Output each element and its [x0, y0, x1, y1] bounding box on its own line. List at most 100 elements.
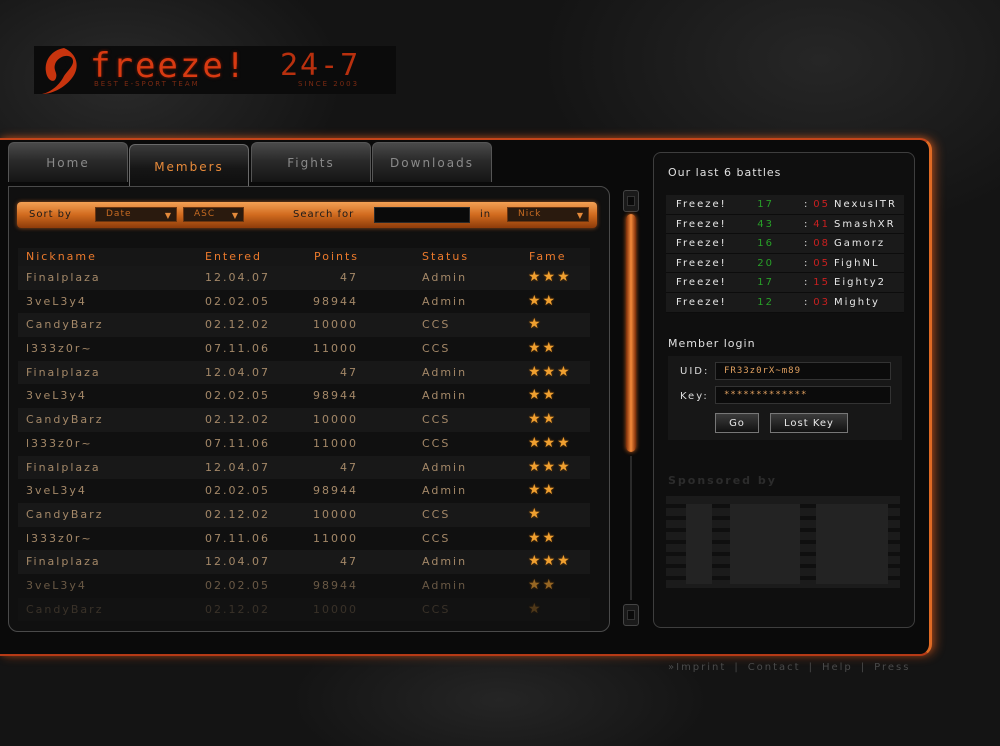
table-row[interactable]: Finalplaza 12.04.07 47 Admin ★★★ — [18, 550, 590, 574]
key-input[interactable]: ************* — [715, 386, 891, 404]
battle-score-own: 17 — [757, 277, 774, 289]
member-status: Admin — [422, 365, 468, 379]
ibm-logo[interactable] — [666, 496, 900, 592]
table-row[interactable]: 3veL3y4 02.02.05 98944 Admin ★★ — [18, 290, 590, 314]
battle-score-separator: : — [804, 277, 810, 289]
header-entered[interactable]: Entered — [205, 250, 262, 263]
fame-stars-icon: ★★ — [528, 529, 558, 546]
table-row[interactable]: Finalplaza 12.04.07 47 Admin ★★★ — [18, 455, 590, 480]
battle-team: Freeze! — [676, 296, 727, 308]
member-nickname[interactable]: Finalplaza — [26, 271, 101, 284]
member-points: 98944 — [313, 578, 358, 592]
logo-since: SINCE 2003 — [298, 80, 360, 88]
battle-row[interactable]: Freeze! 17:15 Eighty2 — [666, 273, 904, 293]
scroll-up-button[interactable] — [623, 190, 639, 212]
battles-list: Freeze! 17:05 NexusITR Freeze! 43:41 SmashXR F… — [666, 195, 904, 313]
tab-downloads[interactable]: Downloads — [372, 142, 492, 182]
footer-link[interactable]: Press — [874, 662, 910, 673]
lost-key-button[interactable]: Lost Key — [770, 413, 848, 433]
footer-link[interactable]: »Imprint — [668, 662, 726, 673]
battle-row[interactable]: Freeze! 16:08 Gamorz — [666, 234, 904, 254]
footer-link[interactable]: Help — [822, 662, 853, 673]
battle-score-own: 16 — [757, 238, 774, 250]
table-row[interactable]: 3veL3y4 02.02.05 98944 Admin ★★ — [18, 384, 590, 408]
member-entered: 02.02.05 — [205, 484, 270, 498]
table-row[interactable]: CandyBarz 02.12.02 10000 CCS ★ — [18, 313, 590, 338]
battle-team: Freeze! — [676, 218, 727, 230]
footer-separator: | — [860, 662, 867, 673]
member-nickname[interactable]: l333z0r~ — [26, 437, 93, 450]
fame-stars-icon: ★★ — [528, 411, 558, 428]
search-field-select[interactable]: Nick ▼ — [507, 207, 589, 222]
member-nickname[interactable]: 3veL3y4 — [26, 579, 87, 592]
battle-row[interactable]: Freeze! 20:05 FighNL — [666, 253, 904, 274]
site-logo[interactable]: freeze! BEST E-SPORT TEAM 24-7 SINCE 200… — [34, 46, 396, 94]
battle-row[interactable]: Freeze! 43:41 SmashXR — [666, 214, 904, 235]
member-status: CCS — [422, 531, 451, 545]
members-scrollbar[interactable] — [623, 186, 639, 630]
table-row[interactable]: CandyBarz 02.12.02 10000 CCS ★★ — [18, 408, 590, 432]
battle-opponent: NexusITR — [834, 199, 897, 210]
member-nickname[interactable]: Finalplaza — [26, 461, 101, 474]
header-nickname[interactable]: Nickname — [26, 250, 97, 263]
member-nickname[interactable]: CandyBarz — [26, 603, 103, 616]
member-nickname[interactable]: CandyBarz — [26, 318, 103, 331]
member-nickname[interactable]: CandyBarz — [26, 508, 103, 521]
member-nickname[interactable]: 3veL3y4 — [26, 484, 87, 497]
fame-stars-icon: ★★ — [528, 576, 558, 593]
member-points: 10000 — [313, 507, 358, 521]
table-row[interactable]: CandyBarz 02.12.02 10000 CCS ★ — [18, 502, 590, 527]
sort-order-select[interactable]: ASC ▼ — [183, 207, 244, 222]
header-status[interactable]: Status — [422, 250, 469, 263]
member-nickname[interactable]: CandyBarz — [26, 413, 103, 426]
member-status: Admin — [422, 460, 468, 474]
battle-row[interactable]: Freeze! 17:05 NexusITR — [666, 195, 904, 215]
member-entered: 12.04.07 — [205, 271, 270, 284]
member-nickname[interactable]: 3veL3y4 — [26, 389, 87, 402]
scroll-thumb[interactable] — [626, 214, 636, 452]
table-row[interactable]: 3veL3y4 02.02.05 98944 Admin ★★ — [18, 574, 590, 598]
scroll-down-button[interactable] — [623, 604, 639, 626]
table-row[interactable]: Finalplaza 12.04.07 47 Admin ★★★ — [18, 360, 590, 385]
member-entered: 02.02.05 — [205, 389, 270, 403]
fame-stars-icon: ★★★ — [528, 434, 572, 451]
member-entered: 02.02.05 — [205, 294, 270, 308]
tab-members[interactable]: Members — [129, 144, 249, 188]
table-row[interactable]: l333z0r~ 07.11.06 11000 CCS ★★ — [18, 527, 590, 551]
go-button[interactable]: Go — [715, 413, 759, 433]
search-input[interactable] — [374, 207, 470, 223]
member-status: Admin — [422, 484, 468, 498]
member-entered: 02.02.05 — [205, 578, 270, 592]
battle-row[interactable]: Freeze! 12:03 Mighty — [666, 292, 904, 313]
footer-link[interactable]: Contact — [748, 662, 801, 673]
member-entered: 02.12.02 — [205, 507, 270, 521]
member-nickname[interactable]: Finalplaza — [26, 366, 101, 379]
tab-home[interactable]: Home — [8, 142, 128, 182]
member-nickname[interactable]: l333z0r~ — [26, 342, 93, 355]
sort-field-select[interactable]: Date ▼ — [95, 207, 177, 222]
battle-opponent: Eighty2 — [834, 277, 886, 289]
table-row[interactable]: l333z0r~ 07.11.06 11000 CCS ★★ — [18, 337, 590, 361]
member-nickname[interactable]: l333z0r~ — [26, 532, 93, 545]
header-points[interactable]: Points — [314, 250, 359, 263]
table-header: Nickname Entered Points Status Fame — [18, 248, 590, 266]
fame-stars-icon: ★ — [528, 505, 543, 522]
table-row[interactable]: Finalplaza 12.04.07 47 Admin ★★★ — [18, 266, 590, 290]
member-nickname[interactable]: Finalplaza — [26, 555, 101, 568]
battle-score-separator: : — [804, 218, 810, 230]
chevron-down-icon: ▼ — [164, 211, 172, 220]
uid-input[interactable]: FR33z0rX~m89 — [715, 362, 891, 380]
fame-stars-icon: ★★ — [528, 387, 558, 404]
table-row[interactable]: 3veL3y4 02.02.05 98944 Admin ★★ — [18, 479, 590, 503]
flame-logo-icon — [42, 48, 77, 94]
header-fame[interactable]: Fame — [529, 250, 567, 263]
table-row[interactable]: l333z0r~ 07.11.06 11000 CCS ★★★ — [18, 432, 590, 456]
member-nickname[interactable]: 3veL3y4 — [26, 295, 87, 308]
member-status: CCS — [422, 413, 451, 427]
tab-fights[interactable]: Fights — [251, 142, 371, 182]
table-row[interactable]: CandyBarz 02.12.02 10000 CCS ★ — [18, 597, 590, 622]
sort-order-value: ASC — [194, 209, 216, 219]
battle-opponent: Mighty — [834, 296, 880, 308]
logo-tagline: BEST E-SPORT TEAM — [94, 80, 200, 88]
battle-score-opponent: 15 — [813, 277, 830, 289]
